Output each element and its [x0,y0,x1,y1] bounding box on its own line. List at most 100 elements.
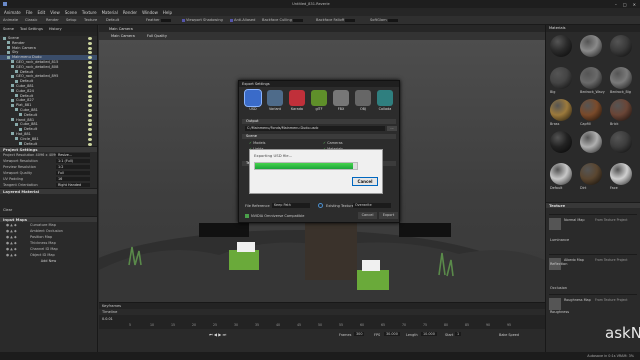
material-swatch[interactable] [580,99,602,121]
material-swatch[interactable] [550,163,572,185]
visibility-icon[interactable] [88,46,92,50]
workspace-tab-default[interactable]: Default [106,18,119,22]
visibility-icon[interactable] [88,108,92,112]
existing-textures-radio[interactable] [318,203,323,208]
visibility-icon[interactable] [88,104,92,108]
add-new-map-button[interactable]: Add New [0,258,97,264]
tab-tool-settings[interactable]: Tool Settings [20,27,43,31]
texture-section-label[interactable]: Occlusion [550,286,567,290]
workspace-tab-animate[interactable]: Animate [3,18,18,22]
menu-item-window[interactable]: Window [142,10,158,15]
softglam-setting[interactable]: SoftGlam [370,18,398,22]
texture-section-label[interactable]: Luminance [550,238,569,242]
format-gltf-button[interactable]: glTF [311,90,327,111]
setting-value[interactable]: Full [56,171,90,176]
feather-setting[interactable]: Feather [146,18,171,22]
dialog-export-button[interactable]: Export [379,212,398,219]
tab-main-camera[interactable]: Main Camera [109,27,133,31]
visibility-icon[interactable] [88,65,92,69]
visibility-icon[interactable] [88,80,92,84]
visibility-icon[interactable] [88,70,92,74]
visibility-icon[interactable] [88,94,92,98]
close-icon[interactable]: ✕ [633,2,636,7]
progress-cancel-button[interactable]: Cancel [352,177,378,186]
material-swatch[interactable] [580,35,602,57]
visibility-icon[interactable] [88,132,92,136]
tab-scene[interactable]: Scene [3,27,14,31]
visibility-icon[interactable] [88,137,92,141]
fps-field[interactable]: 30.000 [384,332,400,336]
material-swatch[interactable] [550,67,572,89]
visibility-icon[interactable] [88,75,92,79]
scene-option-checkbox[interactable]: ✓ Models [249,141,265,145]
setting-value[interactable]: Resize... [56,153,90,158]
maximize-icon[interactable]: □ [623,2,627,7]
visibility-icon[interactable] [88,84,92,88]
format-obj-button[interactable]: OBJ [355,90,371,111]
material-swatch[interactable] [550,35,572,57]
menu-item-animate[interactable]: Animate [4,10,21,15]
tab-history[interactable]: History [49,27,62,31]
format-variant-button[interactable]: Variant [267,90,283,111]
material-swatch[interactable] [610,131,632,153]
file-reference-select[interactable]: Keep Path [272,203,310,208]
visibility-icon[interactable] [88,41,92,45]
menu-item-view[interactable]: View [50,10,60,15]
material-swatch[interactable] [580,163,602,185]
dialog-cancel-button[interactable]: Cancel [358,212,377,219]
clear-button[interactable]: Clear [3,208,12,212]
visibility-icon[interactable] [88,99,92,103]
setting-value[interactable]: 1:1 (Full) [56,159,90,164]
menu-item-scene[interactable]: Scene [65,10,77,15]
menu-item-help[interactable]: Help [163,10,172,15]
workspace-tab-texture[interactable]: Texture [84,18,97,22]
texture-section-label[interactable]: Reflection [550,262,567,266]
setting-value[interactable]: 1:2 [56,165,90,170]
visibility-icon[interactable] [88,60,92,64]
material-swatch[interactable] [580,67,602,89]
texture-section-label[interactable]: Roughness [550,310,569,314]
quality-select[interactable]: Full Quality [147,34,167,38]
backface-falloff-setting[interactable]: Backface Falloff [316,18,356,22]
visibility-icon[interactable] [88,51,92,55]
frames-field[interactable]: 300 [354,332,365,336]
workspace-tab-classic[interactable]: Classic [25,18,37,22]
start-field[interactable]: 1 [455,332,462,336]
visibility-icon[interactable] [88,113,92,117]
format-collada-button[interactable]: Collada [377,90,393,111]
visibility-icon[interactable] [88,142,92,146]
visibility-icon[interactable] [88,128,92,132]
setting-value[interactable]: Right Handed [56,183,90,188]
material-swatch[interactable] [550,99,572,121]
visibility-icon[interactable] [88,37,92,40]
backface-culling-setting[interactable]: Backface Culling [262,18,303,22]
workspace-tab-setup[interactable]: Setup [66,18,76,22]
scene-section-header[interactable]: Scene [242,134,396,139]
menu-item-render[interactable]: Render [123,10,137,15]
visibility-icon[interactable] [88,123,92,127]
output-section-header[interactable]: Output [242,119,396,124]
viewport-shadowing-toggle[interactable]: Viewport Shadowing [182,18,223,22]
visibility-icon[interactable] [88,56,92,60]
setting-value[interactable]: 16 [56,177,90,182]
visibility-icon[interactable] [88,89,92,93]
input-map-row[interactable]: ● ▲ ◆ Object ID Map [0,252,97,258]
format-karada-button[interactable]: Karada [289,90,305,111]
scene-tree-row[interactable]: Default [0,142,97,147]
format-usd-button[interactable]: USD [244,89,262,111]
existing-textures-select[interactable]: Overwrite [353,203,391,208]
minimize-icon[interactable]: – [615,2,617,7]
menu-item-material[interactable]: Material [102,10,118,15]
material-swatch[interactable] [550,131,572,153]
anti-aliased-toggle[interactable]: Anti-Aliased [230,18,255,22]
material-swatch[interactable] [610,99,632,121]
menu-item-edit[interactable]: Edit [37,10,45,15]
material-swatch[interactable] [610,35,632,57]
texture-map-row[interactable]: Normal Map From Texture Project [549,214,637,236]
material-swatch[interactable] [580,131,602,153]
material-swatch[interactable] [610,67,632,89]
format-fbx-button[interactable]: FBX [333,90,349,111]
workspace-tab-render[interactable]: Render [46,18,59,22]
output-path-field[interactable]: C:/Mainmenu/Fonds/Mainmenu Dudo.usdc [245,126,385,131]
browse-button[interactable]: ... [387,126,397,131]
